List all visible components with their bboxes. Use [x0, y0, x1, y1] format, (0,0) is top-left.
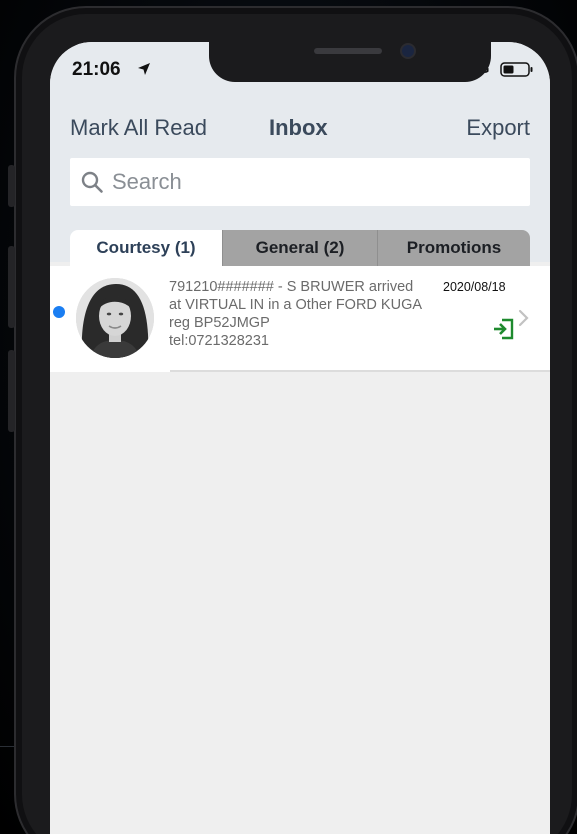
- chevron-right-icon: [518, 309, 529, 327]
- tab-promotions[interactable]: Promotions: [377, 230, 530, 266]
- app-screen: 21:06 4G Mark All Read Inbox Export: [50, 42, 550, 834]
- tab-general[interactable]: General (2): [222, 230, 377, 266]
- tab-courtesy[interactable]: Courtesy (1): [70, 230, 222, 266]
- message-preview: 791210####### - S BRUWER arrived at VIRT…: [169, 278, 459, 350]
- message-date: 2020/08/18: [443, 280, 506, 294]
- message-list-item[interactable]: 791210####### - S BRUWER arrived at VIRT…: [50, 266, 550, 372]
- page-title: Inbox: [269, 115, 328, 140]
- search-input[interactable]: [110, 164, 520, 200]
- volume-down-button: [8, 350, 15, 432]
- search-bar[interactable]: [70, 158, 530, 206]
- message-line-4: tel:0721328231: [169, 333, 269, 349]
- message-line-2: at VIRTUAL IN in a Other FORD KUGA: [169, 297, 423, 313]
- front-camera: [402, 45, 414, 57]
- list-divider: [170, 370, 550, 372]
- location-arrow-icon: [138, 63, 150, 75]
- nav-header: Mark All Read Inbox Export Courtesy (1) …: [50, 102, 550, 266]
- earpiece-speaker: [314, 48, 382, 54]
- unread-indicator: [53, 306, 65, 318]
- mark-all-read-button[interactable]: Mark All Read: [70, 115, 207, 141]
- volume-up-button: [8, 246, 15, 328]
- search-icon: [81, 171, 103, 193]
- status-time: 21:06: [72, 59, 121, 80]
- avatar: [76, 278, 154, 358]
- battery-icon: [500, 62, 533, 77]
- device-notch: [209, 42, 491, 82]
- arrival-door-icon: [494, 318, 514, 340]
- export-button[interactable]: Export: [466, 115, 530, 141]
- inbox-tabs: Courtesy (1) General (2) Promotions: [70, 230, 530, 266]
- mute-switch: [8, 165, 15, 207]
- message-line-3: reg BP52JMGP: [169, 315, 270, 331]
- message-line-1: 791210####### - S BRUWER arrived: [169, 279, 414, 295]
